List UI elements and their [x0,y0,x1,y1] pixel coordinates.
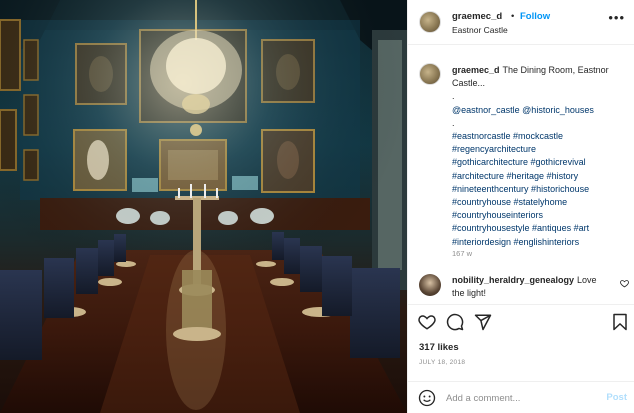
caption-line: Castle... [452,78,486,89]
more-options-icon[interactable]: ••• [608,10,625,25]
hashtag-links[interactable]: #gothicarchitecture #gothicrevival [452,156,627,169]
caption-line: . [452,117,455,128]
hashtag-links[interactable]: #countryhouse #statelyhome [452,196,627,209]
caption-avatar[interactable] [419,63,441,85]
bookmark-icon[interactable] [612,313,628,331]
separator-dot: • [511,11,515,22]
caption-timestamp[interactable]: 167 w [452,249,472,258]
hashtag-links[interactable]: #countryhouseinteriors [452,209,627,222]
avatar[interactable] [419,11,441,33]
comment-text: nobility_heraldry_genealogy Love the ligh… [452,274,610,300]
add-comment-bar: Post [408,381,634,413]
hashtag-links[interactable]: #architecture #heritage #history [452,170,627,183]
hashtag-links[interactable]: #regencyarchitecture [452,143,627,156]
add-comment-input[interactable] [446,388,596,408]
commenter-avatar[interactable] [419,274,441,296]
caption-line: . [452,91,455,102]
caption-username[interactable]: graemec_d [452,65,500,75]
post-date: JULY 18, 2018 [419,359,466,366]
hashtag-links[interactable]: #nineteenthcentury #historichouse [452,183,627,196]
emoji-icon[interactable] [418,389,436,407]
likes-count[interactable]: 317 likes [419,342,459,353]
post-comment-button[interactable]: Post [606,392,627,403]
follow-button[interactable]: Follow [520,11,550,22]
mention-links[interactable]: @eastnor_castle @historic_houses [452,104,627,117]
hashtag-links[interactable]: #eastnorcastle #mockcastle [452,130,627,143]
post-header: graemec_d • Follow Eastnor Castle ••• [408,0,634,45]
hashtag-links[interactable]: #countryhousestyle #antiques #art [452,222,627,235]
location-link[interactable]: Eastnor Castle [452,25,508,35]
caption-text: graemec_d The Dining Room, Eastnor Castle… [452,64,627,249]
comment-like-heart-icon[interactable] [620,279,629,288]
username-link[interactable]: graemec_d [452,11,502,22]
dining-room-photo [0,0,407,413]
action-bar [408,304,634,338]
caption-line: The Dining Room, Eastnor [502,65,609,75]
hashtag-links[interactable]: #interiordesign #englishinteriors [452,236,627,249]
commenter-username[interactable]: nobility_heraldry_genealogy [452,275,574,285]
heart-icon[interactable] [418,313,436,331]
share-icon[interactable] [474,313,492,331]
post-photo[interactable] [0,0,407,413]
post-sidebar: graemec_d • Follow Eastnor Castle ••• gr… [407,0,634,413]
comment-icon[interactable] [446,313,464,331]
